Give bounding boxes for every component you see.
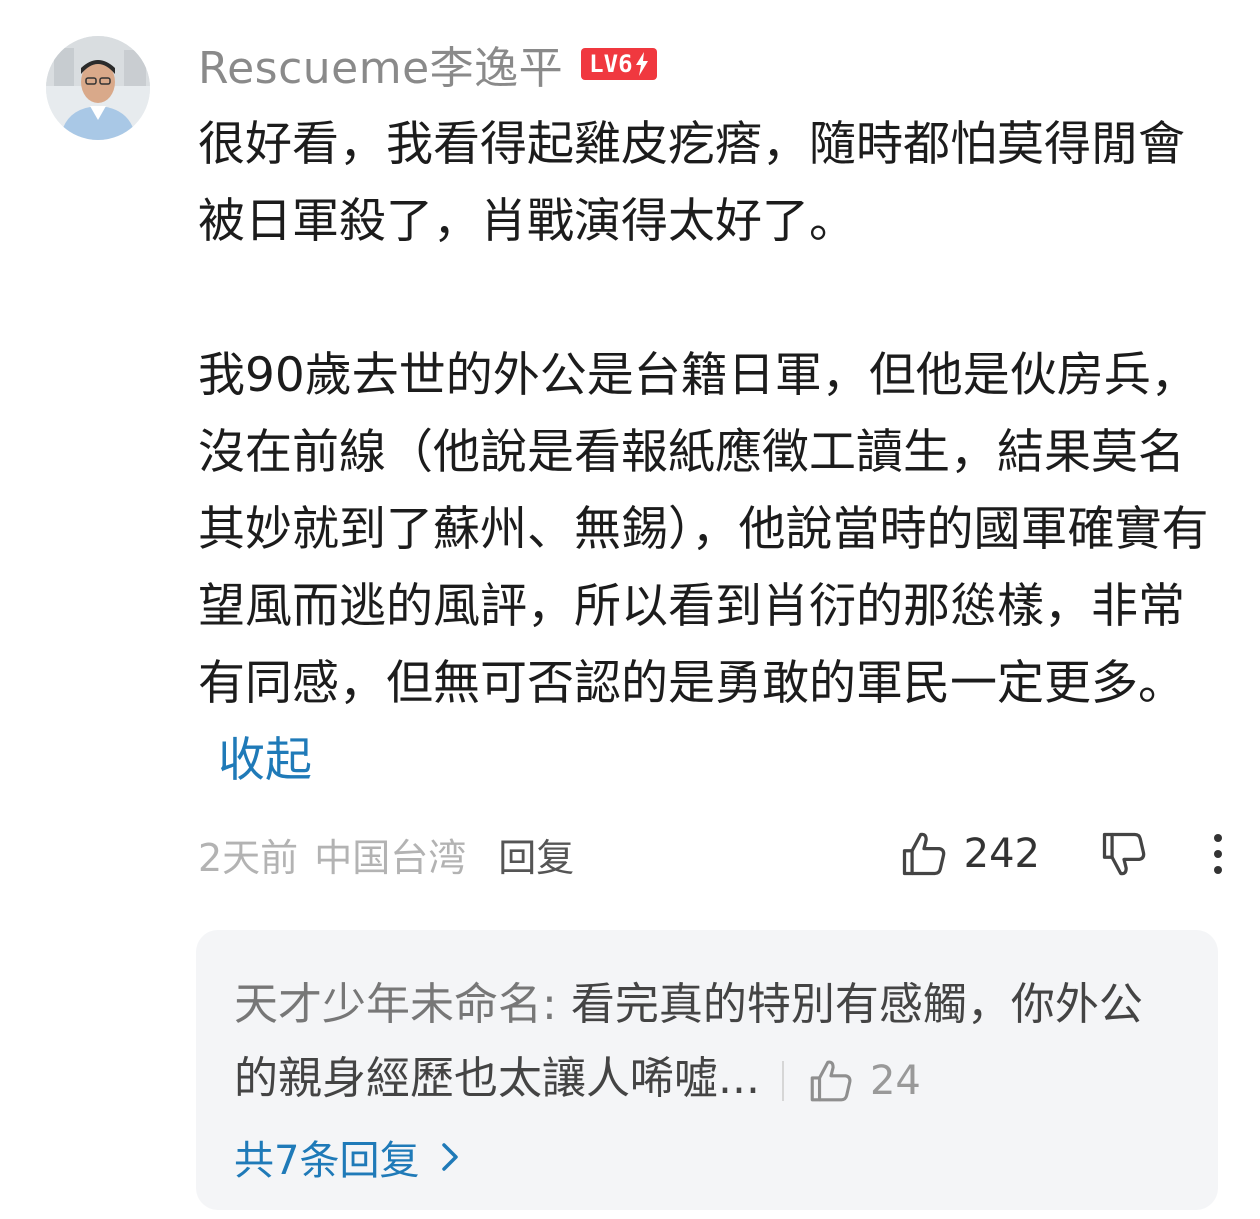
- reply-author[interactable]: 天才少年未命名:: [234, 979, 557, 1030]
- reply-button[interactable]: 回复: [498, 827, 574, 882]
- username[interactable]: Rescueme李逸平: [198, 32, 563, 96]
- comment-paragraph-2-text: 我90歲去世的外公是台籍日軍，但他是伙房兵，沒在前線（他說是看報紙應徵工讀生，結…: [198, 348, 1209, 711]
- chevron-right-icon: [442, 1143, 459, 1171]
- divider: [781, 1061, 784, 1101]
- thumbs-up-icon: [902, 832, 945, 876]
- reply-preview[interactable]: 天才少年未命名: 看完真的特別有感觸，你外公的親身經歷也太讓人唏噓... 24 …: [196, 930, 1218, 1210]
- collapse-link[interactable]: 收起: [218, 733, 312, 788]
- avatar-image: [46, 36, 150, 140]
- comment-time: 2天前: [198, 835, 299, 880]
- comment-text: 很好看，我看得起雞皮疙瘩，隨時都怕莫得閒會被日軍殺了，肖戰演得太好了。 我90歲…: [198, 106, 1228, 799]
- reply-like-count: 24: [869, 1058, 921, 1104]
- level-badge: LV6: [581, 48, 657, 80]
- like-button[interactable]: 242: [898, 828, 1040, 880]
- reply-like-button[interactable]: 24: [806, 1044, 921, 1118]
- comment-location: 中国台湾: [314, 835, 467, 880]
- comment-header: Rescueme李逸平 LV6: [198, 36, 657, 94]
- reply-preview-text: 天才少年未命名: 看完真的特別有感觸，你外公的親身經歷也太讓人唏噓... 24: [234, 968, 1174, 1118]
- view-all-replies-link[interactable]: 共7条回复: [234, 1128, 465, 1186]
- comment-meta: 2天前 中国台湾 回复 242: [198, 826, 1228, 882]
- lightning-icon: [635, 52, 648, 76]
- comment-paragraph-2: 我90歲去世的外公是台籍日軍，但他是伙房兵，沒在前線（他說是看報紙應徵工讀生，結…: [198, 337, 1228, 799]
- thumbs-down-icon[interactable]: [1098, 828, 1150, 880]
- thumbs-up-icon: [810, 1060, 852, 1102]
- level-badge-text: LV6: [589, 50, 633, 78]
- user-avatar[interactable]: [46, 36, 150, 140]
- reply-total-label: 共7条回复: [234, 1138, 420, 1184]
- like-count: 242: [963, 831, 1040, 877]
- comment-paragraph-1: 很好看，我看得起雞皮疙瘩，隨時都怕莫得閒會被日軍殺了，肖戰演得太好了。: [198, 117, 1185, 249]
- more-vertical-icon[interactable]: [1208, 828, 1228, 880]
